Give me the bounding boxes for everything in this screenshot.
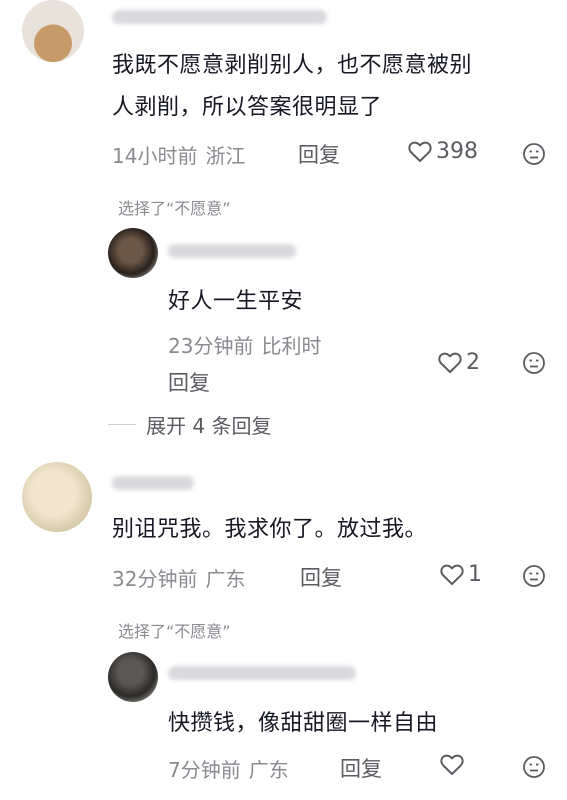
- comment-text-line2: 人剥削，所以答案很明显了: [112, 95, 383, 120]
- reply-button[interactable]: 回复: [168, 367, 210, 397]
- choice-tag: 选择了“不愿意”: [118, 199, 231, 218]
- avatar[interactable]: [108, 228, 158, 278]
- comment-time: 23分钟前: [168, 334, 254, 358]
- username[interactable]: [168, 666, 356, 680]
- comment-meta: 7分钟前 广东: [168, 754, 289, 783]
- heart-outline-icon: [440, 564, 464, 586]
- like-count: 398: [436, 139, 478, 164]
- avatar[interactable]: [108, 652, 158, 702]
- username[interactable]: [112, 10, 327, 24]
- like-count: 1: [468, 562, 482, 587]
- choice-tag: 选择了“不愿意”: [118, 622, 231, 641]
- avatar[interactable]: [22, 0, 84, 62]
- comment-time: 7分钟前: [168, 758, 241, 782]
- comment-location: 浙江: [205, 144, 246, 168]
- heart-outline-icon: [438, 352, 462, 374]
- expand-replies-button[interactable]: 展开 4 条回复: [146, 410, 271, 439]
- comment-text: 快攒钱，像甜甜圈一样自由: [168, 711, 439, 736]
- comment-text-line1: 我既不愿意剥削别人，也不愿意被别: [112, 53, 473, 78]
- comment-meta: 32分钟前 广东: [112, 563, 245, 592]
- comment-location: 广东: [205, 567, 246, 591]
- dislike-face-icon[interactable]: [522, 564, 546, 588]
- like-count: 2: [466, 350, 480, 375]
- heart-outline-icon: [440, 754, 464, 776]
- username[interactable]: [112, 476, 194, 490]
- reply-button[interactable]: 回复: [300, 562, 342, 592]
- comment-text: 好人一生平安: [168, 289, 304, 314]
- comment-location: 广东: [248, 758, 289, 782]
- dislike-face-icon[interactable]: [522, 142, 546, 166]
- like-button[interactable]: 2: [438, 350, 480, 375]
- dislike-face-icon[interactable]: [522, 351, 546, 375]
- dislike-face-icon[interactable]: [522, 755, 546, 779]
- username[interactable]: [168, 244, 296, 258]
- comment-text: 别诅咒我。我求你了。放过我。: [112, 517, 428, 542]
- reply-button[interactable]: 回复: [298, 139, 340, 169]
- reply-button[interactable]: 回复: [340, 753, 382, 783]
- comment-meta: 23分钟前 比利时: [168, 330, 321, 359]
- like-button[interactable]: [440, 754, 468, 776]
- expand-divider: [108, 424, 136, 425]
- like-button[interactable]: 1: [440, 562, 482, 587]
- avatar[interactable]: [22, 462, 92, 532]
- comment-time: 14小时前: [112, 144, 198, 168]
- comment-meta: 14小时前 浙江: [112, 140, 245, 169]
- comment-location: 比利时: [261, 334, 322, 358]
- like-button[interactable]: 398: [408, 139, 478, 164]
- comment-time: 32分钟前: [112, 567, 198, 591]
- heart-outline-icon: [408, 141, 432, 163]
